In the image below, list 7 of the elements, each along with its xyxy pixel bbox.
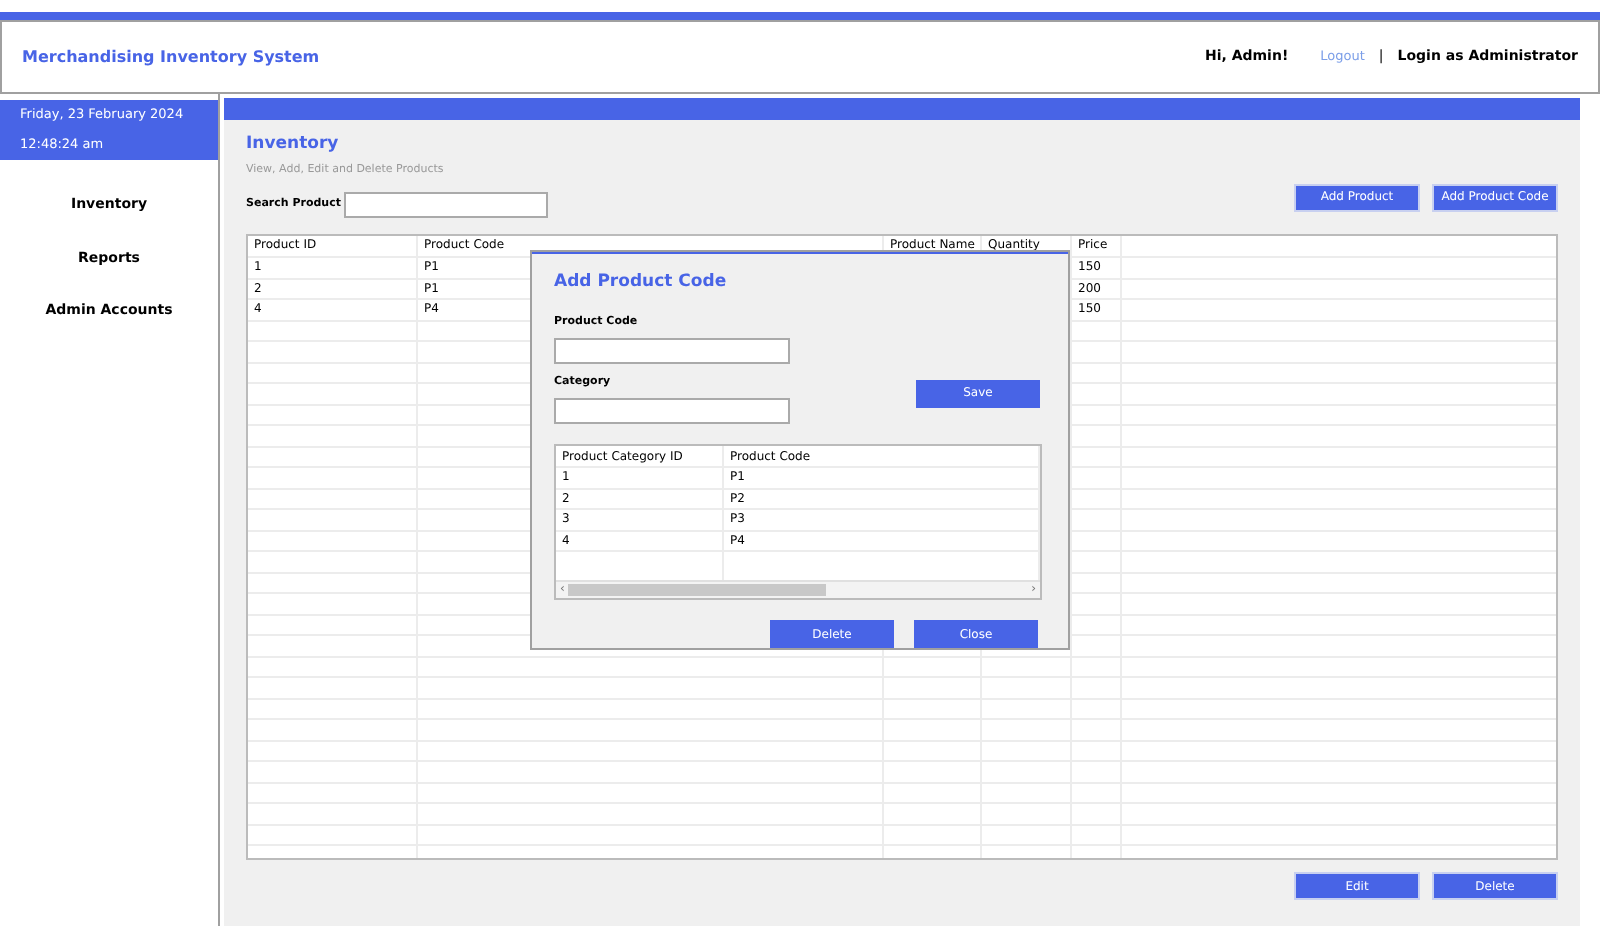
input-field[interactable]: [554, 337, 790, 364]
search-field[interactable]: [344, 192, 549, 218]
page-title: Inventory: [246, 132, 341, 158]
input-field[interactable]: [554, 398, 790, 424]
app-title: Merchandising Inventory System: [22, 45, 320, 69]
dialog-title: Add Product Code: [554, 269, 729, 295]
scrollbar-thumb[interactable]: [568, 584, 826, 596]
